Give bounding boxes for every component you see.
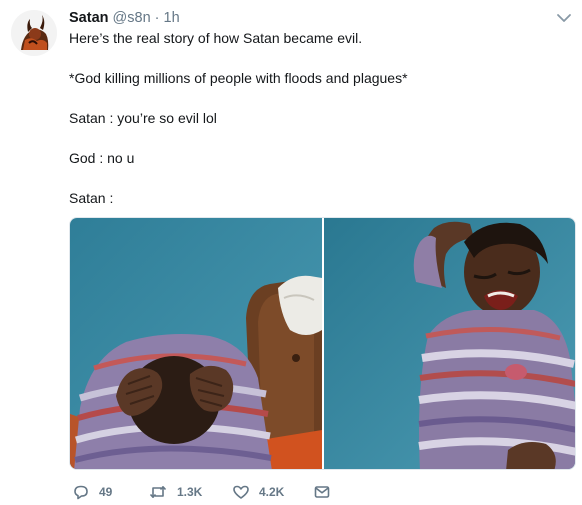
media-photo-right[interactable] (324, 218, 575, 469)
like-button[interactable]: 4.2K (232, 482, 284, 502)
reply-count: 49 (99, 485, 113, 499)
reply-icon (72, 483, 90, 501)
avatar-image (11, 10, 57, 56)
heart-icon (232, 483, 250, 501)
timestamp[interactable]: 1h (164, 10, 180, 26)
tweet-line: Satan : you’re so evil lol (69, 110, 217, 126)
envelope-icon (313, 483, 331, 501)
tweet-header: Satan @s8n · 1h (69, 9, 180, 27)
retweet-count: 1.3K (177, 485, 203, 499)
direct-message-button[interactable] (313, 482, 331, 502)
reply-button[interactable]: 49 (72, 482, 112, 502)
chevron-down-icon[interactable] (556, 11, 572, 25)
author-name[interactable]: Satan (69, 10, 109, 26)
tweet-media[interactable] (69, 217, 576, 470)
tweet-line: God : no u (69, 150, 135, 166)
tweet-line: Satan : (69, 190, 114, 206)
author-handle[interactable]: @s8n (113, 10, 151, 26)
like-count: 4.2K (259, 485, 285, 499)
tweet-line: *God killing millions of people with flo… (69, 70, 408, 86)
avatar[interactable] (11, 10, 57, 56)
retweet-icon (148, 483, 168, 501)
tweet-line: Here’s the real story of how Satan becam… (69, 30, 363, 46)
separator-dot: · (154, 10, 160, 26)
media-photo-left[interactable] (70, 218, 322, 469)
tweet: Satan @s8n · 1h Here’s the real story of… (0, 0, 582, 505)
retweet-button[interactable]: 1.3K (148, 482, 202, 502)
